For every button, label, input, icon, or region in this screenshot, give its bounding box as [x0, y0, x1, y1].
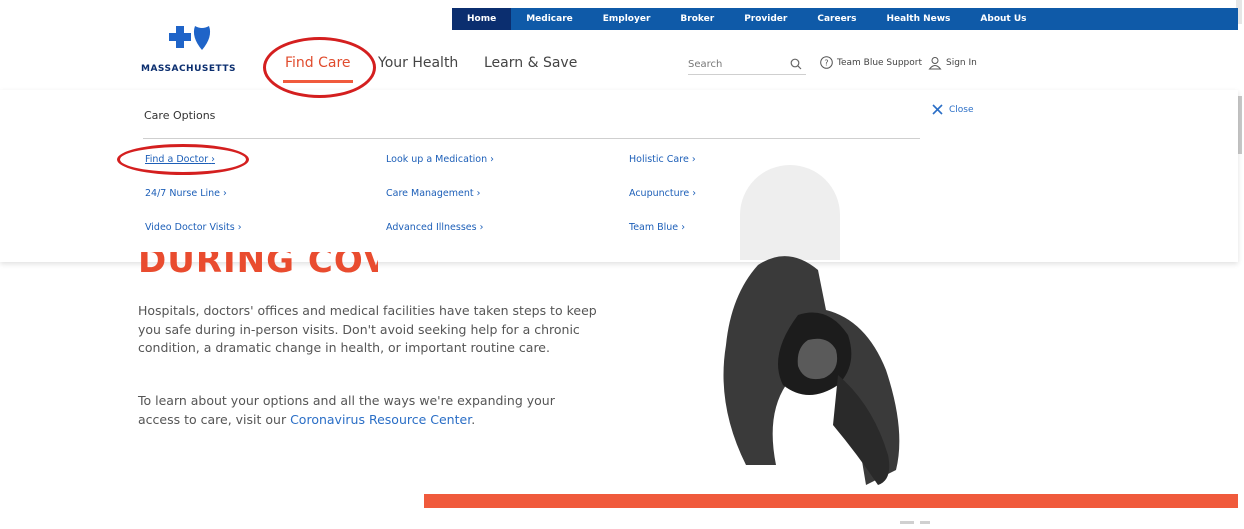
top-nav-medicare[interactable]: Medicare	[511, 8, 588, 30]
link-acupuncture[interactable]: Acupuncture ›	[629, 188, 696, 199]
logo-wordmark: MASSACHUSETTS	[141, 64, 236, 74]
chevron-right-icon: ›	[490, 154, 494, 165]
annotation-circle-find-care	[263, 37, 376, 98]
background-image-peek	[740, 165, 840, 260]
link-video-doctor-visits[interactable]: Video Doctor Visits ›	[145, 222, 242, 233]
blue-cross-blue-shield-icon	[169, 26, 211, 50]
chevron-right-icon: ›	[479, 222, 484, 233]
question-circle-icon: ?	[820, 56, 833, 69]
link-label: Look up a Medication	[386, 154, 488, 165]
link-team-blue[interactable]: Team Blue ›	[629, 222, 685, 233]
close-label: Close	[949, 104, 974, 115]
link-label: Acupuncture	[629, 188, 690, 199]
chevron-right-icon: ›	[237, 222, 242, 233]
chevron-right-icon: ›	[681, 222, 685, 233]
bcbs-massachusetts-logo[interactable]: MASSACHUSETTS	[141, 24, 251, 78]
top-nav-provider[interactable]: Provider	[729, 8, 802, 30]
link-label: Team Blue	[629, 222, 679, 233]
top-nav-employer[interactable]: Employer	[588, 8, 666, 30]
faint-footer-mark	[900, 521, 930, 524]
dropdown-title: Care Options	[144, 109, 216, 122]
link-label: Care Management	[386, 188, 474, 199]
search-icon[interactable]	[790, 58, 802, 70]
chevron-right-icon: ›	[223, 188, 227, 199]
link-look-up-medication[interactable]: Look up a Medication ›	[386, 154, 494, 165]
dropdown-divider	[143, 138, 920, 139]
hero-heading: DURING COVID-19	[138, 252, 378, 276]
hero-heading-text: DURING COVID-19	[138, 252, 378, 276]
team-blue-support-label: Team Blue Support	[837, 57, 923, 68]
search-input[interactable]	[688, 55, 806, 75]
coronavirus-resource-center-link[interactable]: Coronavirus Resource Center	[290, 412, 471, 427]
nav-learn-save[interactable]: Learn & Save	[484, 55, 577, 71]
svg-text:?: ?	[824, 59, 828, 68]
hero-paragraph-2: To learn about your options and all the …	[138, 392, 598, 429]
top-nav-careers[interactable]: Careers	[802, 8, 871, 30]
hero-paragraph-2-end: .	[471, 411, 476, 427]
link-advanced-illnesses[interactable]: Advanced Illnesses ›	[386, 222, 483, 233]
chevron-right-icon: ›	[476, 188, 481, 199]
sign-in-link[interactable]: Sign In	[928, 56, 977, 70]
top-nav-health-news[interactable]: Health News	[871, 8, 965, 30]
link-care-management[interactable]: Care Management ›	[386, 188, 480, 199]
top-nav-about-us[interactable]: About Us	[965, 8, 1041, 30]
chevron-right-icon: ›	[692, 188, 697, 199]
user-icon	[928, 57, 942, 70]
orange-accent-bar	[424, 494, 1238, 508]
link-label: Advanced Illnesses	[386, 222, 477, 233]
father-holding-baby-photo	[723, 256, 900, 485]
annotation-circle-find-a-doctor	[117, 144, 249, 175]
top-nav-broker[interactable]: Broker	[665, 8, 729, 30]
top-utility-nav: Home Medicare Employer Broker Provider C…	[452, 8, 1238, 30]
link-nurse-line[interactable]: 24/7 Nurse Line ›	[145, 188, 227, 199]
close-icon	[932, 104, 943, 115]
link-label: Holistic Care	[629, 154, 689, 165]
close-button[interactable]: Close	[932, 104, 974, 115]
team-blue-support-link[interactable]: ? Team Blue Support	[820, 56, 922, 69]
link-label: Video Doctor Visits	[145, 222, 235, 233]
nav-your-health[interactable]: Your Health	[378, 55, 458, 71]
hero-paragraph-1: Hospitals, doctors' offices and medical …	[138, 303, 597, 355]
link-holistic-care[interactable]: Holistic Care ›	[629, 154, 696, 165]
sign-in-label: Sign In	[946, 58, 977, 68]
link-label: 24/7 Nurse Line	[145, 188, 220, 199]
chevron-right-icon: ›	[691, 154, 696, 165]
top-nav-home[interactable]: Home	[452, 8, 512, 30]
